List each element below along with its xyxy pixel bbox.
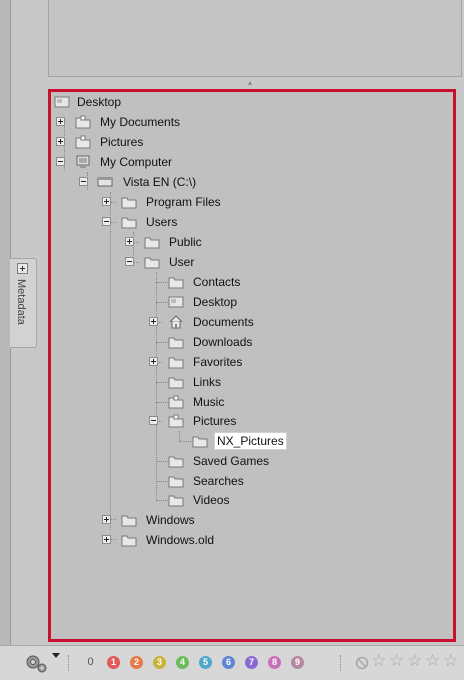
computer-icon <box>76 155 90 168</box>
collapse-icon[interactable] <box>79 177 88 186</box>
gear-icon[interactable] <box>24 651 50 675</box>
folder-icon <box>168 456 184 468</box>
star-icon[interactable]: ☆ <box>425 653 440 670</box>
expand-icon[interactable] <box>102 197 111 206</box>
tree-label: Windows <box>146 513 195 527</box>
drive-icon <box>97 177 113 187</box>
label-1-button[interactable]: 1 <box>107 656 120 669</box>
tree-label: Documents <box>193 315 254 329</box>
tree-label: Saved Games <box>193 454 270 468</box>
expand-icon[interactable] <box>102 535 111 544</box>
tree-label: Favorites <box>193 355 243 369</box>
folder-tree-panel: Desktop My Documents Pictures My Compute… <box>48 89 456 642</box>
tree-label: Pictures <box>100 135 144 149</box>
tree-label: Searches <box>193 474 244 488</box>
pictures-folder-icon <box>75 135 91 149</box>
expand-icon[interactable] <box>149 317 158 326</box>
label-3-button[interactable]: 3 <box>153 656 166 669</box>
chevron-down-icon[interactable] <box>52 653 60 658</box>
folder-icon <box>168 377 184 389</box>
pictures-folder-icon <box>168 414 184 428</box>
tree-label-selected: NX_Pictures <box>214 432 287 450</box>
label-0-button[interactable]: 0 <box>84 656 97 669</box>
star-icon[interactable]: ☆ <box>371 653 386 670</box>
bottom-toolbar: 0 1 2 3 4 5 6 7 8 9 ☆ ☆ ☆ ☆ ☆ <box>0 645 464 680</box>
expand-icon[interactable] <box>56 117 65 126</box>
expand-icon[interactable] <box>149 357 158 366</box>
tree-label: Pictures <box>193 414 237 428</box>
expand-icon[interactable] <box>125 237 134 246</box>
collapse-icon[interactable] <box>102 217 111 226</box>
home-folder-icon <box>169 315 183 329</box>
folder-icon <box>121 217 137 229</box>
folder-icon <box>121 197 137 209</box>
folder-icon <box>121 515 137 527</box>
tree-label: Links <box>193 375 222 389</box>
tree-label: Desktop <box>77 95 122 109</box>
tree-label: Users <box>146 215 178 229</box>
label-8-button[interactable]: 8 <box>268 656 281 669</box>
panel-splitter-grip[interactable]: ▴ <box>245 79 255 87</box>
folder-icon <box>168 277 184 289</box>
tree-label: User <box>169 255 195 269</box>
tree-label: Program Files <box>146 195 221 209</box>
folder-icon <box>168 495 184 507</box>
tree-label: My Documents <box>100 115 181 129</box>
label-7-button[interactable]: 7 <box>245 656 258 669</box>
label-6-button[interactable]: 6 <box>222 656 235 669</box>
tree-label: Downloads <box>193 335 253 349</box>
toolbar-divider <box>68 655 69 671</box>
star-icon[interactable]: ☆ <box>443 653 458 670</box>
tree-label: Videos <box>193 493 230 507</box>
preview-panel <box>48 0 462 77</box>
desktop-icon <box>54 96 70 108</box>
folder-icon <box>121 535 137 547</box>
folder-icon <box>192 436 208 448</box>
tree-label: Windows.old <box>146 533 215 547</box>
desktop-icon <box>168 296 184 308</box>
music-folder-icon <box>168 395 184 409</box>
star-icon[interactable]: ☆ <box>407 653 422 670</box>
label-5-button[interactable]: 5 <box>199 656 212 669</box>
reject-icon[interactable] <box>355 656 369 670</box>
expand-metadata-icon[interactable] <box>17 263 28 274</box>
tree-label: My Computer <box>100 155 173 169</box>
tree-label: Public <box>169 235 202 249</box>
tree-label: Desktop <box>193 295 238 309</box>
folder-icon <box>144 257 160 269</box>
collapse-icon[interactable] <box>56 157 65 166</box>
folder-icon <box>168 337 184 349</box>
collapse-icon[interactable] <box>125 257 134 266</box>
folder-icon <box>168 476 184 488</box>
folder-icon <box>168 357 184 369</box>
label-2-button[interactable]: 2 <box>130 656 143 669</box>
star-icon[interactable]: ☆ <box>389 653 404 670</box>
label-9-button[interactable]: 9 <box>291 656 304 669</box>
expand-icon[interactable] <box>56 137 65 146</box>
documents-folder-icon <box>75 115 91 129</box>
tree-label: Vista EN (C:\) <box>123 175 197 189</box>
metadata-tab[interactable]: Metadata <box>10 258 37 348</box>
tree-label: Contacts <box>193 275 241 289</box>
tree-label: Music <box>193 395 225 409</box>
collapse-icon[interactable] <box>149 416 158 425</box>
toolbar-divider <box>340 655 341 671</box>
label-4-button[interactable]: 4 <box>176 656 189 669</box>
expand-icon[interactable] <box>102 515 111 524</box>
folder-icon <box>144 237 160 249</box>
metadata-tab-label: Metadata <box>15 279 27 325</box>
